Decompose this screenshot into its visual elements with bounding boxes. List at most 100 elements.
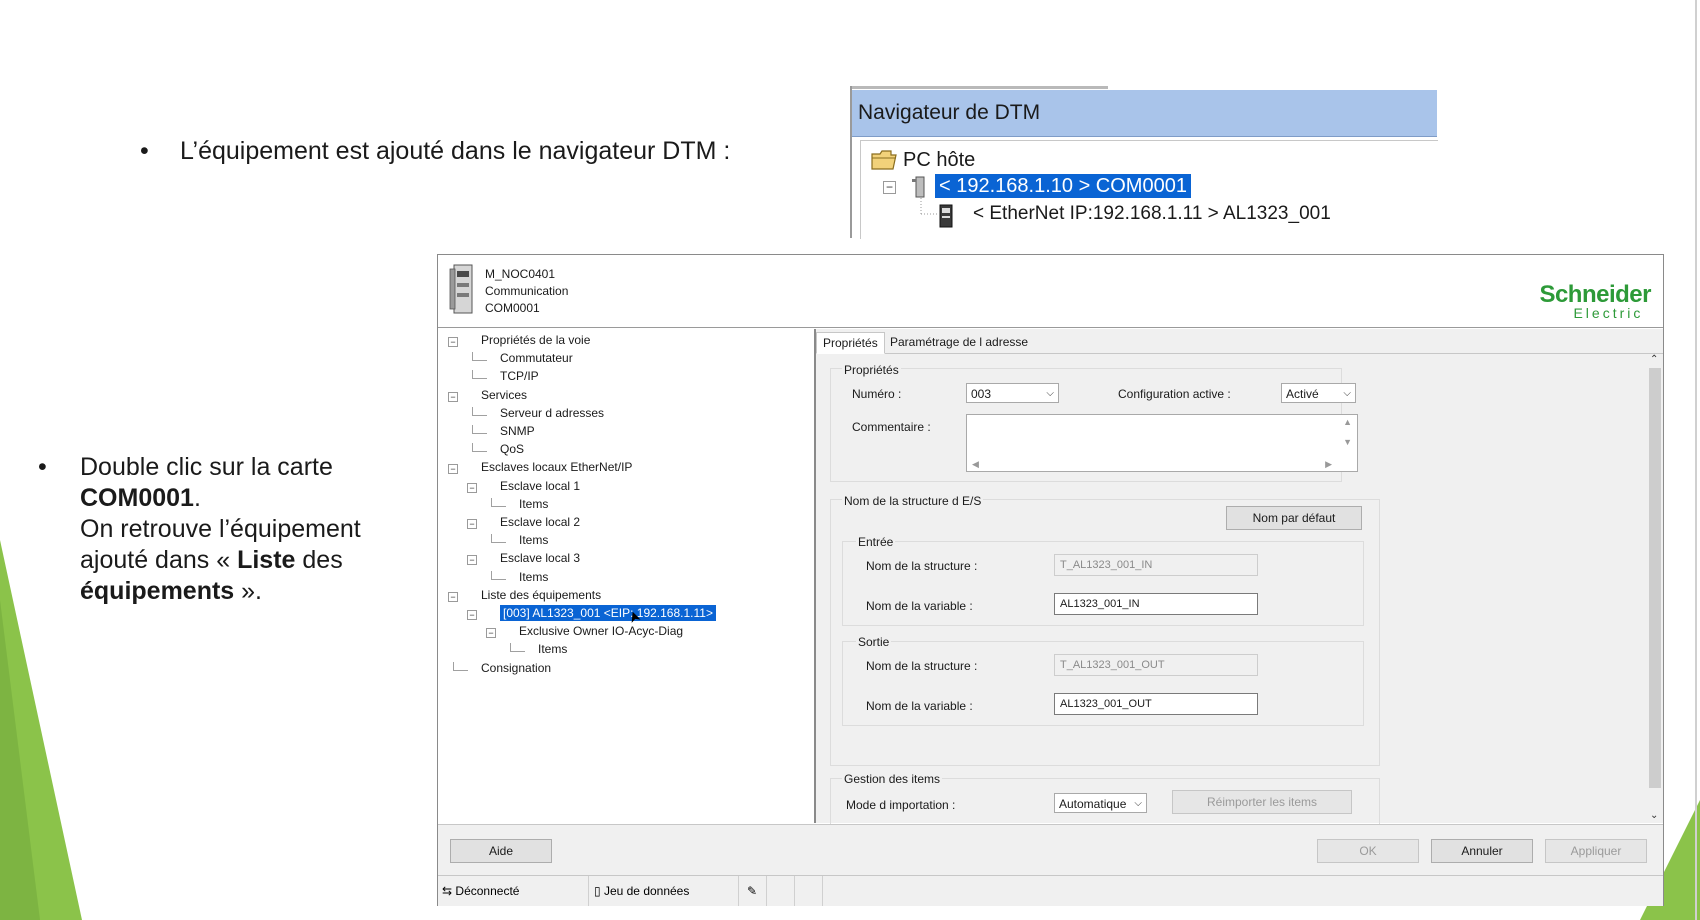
module-type: Communication	[485, 284, 569, 298]
scrollbar-thumb[interactable]	[1649, 368, 1661, 788]
dataset-status[interactable]: ▯ Jeu de données	[588, 876, 739, 906]
tab-proprietes[interactable]: Propriétés	[816, 332, 885, 354]
chevron-down-icon: ⌵	[1343, 388, 1351, 399]
tree-node[interactable]: Esclave local 2	[500, 515, 580, 529]
collapse-icon[interactable]: −	[448, 464, 458, 475]
tab-parametrage-adresse[interactable]: Paramétrage de l adresse	[884, 332, 1034, 352]
tree-connector	[472, 425, 487, 434]
tree-node[interactable]: QoS	[500, 442, 524, 456]
bullet-bold: COM0001	[80, 484, 194, 512]
status-bar: ⇆ Déconnecté ▯ Jeu de données ✎	[438, 875, 1663, 906]
bullet-text: ».	[234, 577, 262, 605]
tree-node[interactable]: Consignation	[481, 661, 551, 675]
connection-status[interactable]: ⇆ Déconnecté	[438, 876, 589, 906]
collapse-icon[interactable]: −	[448, 391, 458, 402]
entree-struct-label: Nom de la structure :	[866, 559, 978, 573]
database-icon: ▯	[594, 884, 601, 898]
collapse-icon[interactable]: −	[467, 519, 477, 529]
sortie-struct-field[interactable]: T_AL1323_001_OUT	[1054, 654, 1258, 676]
group-title: Entrée	[856, 535, 896, 549]
entree-struct-field[interactable]: T_AL1323_001_IN	[1054, 554, 1258, 576]
collapse-icon[interactable]: −	[467, 482, 477, 493]
module-name: M_NOC0401	[485, 267, 556, 281]
scroll-up-icon[interactable]: ⌃	[1650, 354, 1658, 365]
numero-select[interactable]: 003 ⌵	[966, 383, 1059, 403]
tree-node[interactable]: Items	[519, 497, 548, 511]
tree-node[interactable]: Esclave local 1	[500, 479, 580, 493]
bullet-bold: équipements	[80, 577, 235, 605]
tree-node[interactable]: Esclaves locaux EtherNet/IP	[481, 460, 632, 474]
chevron-down-icon: ⌵	[1046, 388, 1054, 399]
bullet-marker: •	[38, 453, 47, 481]
schneider-logo: Schneider Electric	[1539, 281, 1651, 321]
bullet-navigator: • L’équipement est ajouté dans le navigat…	[140, 137, 730, 166]
tree-node[interactable]: Exclusive Owner IO-Acyc-Diag	[519, 624, 683, 638]
help-button[interactable]: Aide	[450, 839, 552, 863]
tree-node-label: Consignation	[481, 660, 552, 675]
tree-connector	[472, 443, 487, 453]
comment-label: Commentaire :	[852, 420, 931, 434]
tree-connector	[510, 643, 525, 653]
tree-node[interactable]: SNMP	[500, 424, 535, 438]
group-title: Sortie	[856, 635, 892, 649]
navigator-title: Navigateur de DTM	[858, 101, 1041, 124]
config-active-select[interactable]: Activé ⌵	[1281, 383, 1356, 403]
tree-node-label: Esclave local 1	[500, 478, 581, 493]
tree-node[interactable]: Liste des équipements	[481, 588, 601, 602]
cancel-button[interactable]: Annuler	[1431, 839, 1533, 863]
numero-value: 003	[971, 387, 992, 401]
ok-button[interactable]: OK	[1317, 839, 1419, 863]
tree-node[interactable]: Propriétés de la voie	[481, 333, 590, 347]
scroll-left-icon[interactable]: ◀	[972, 459, 979, 470]
navigator-child-node[interactable]: < EtherNet IP:192.168.1.11 > AL1323_001	[973, 203, 1331, 225]
navigator-selected-node[interactable]: < 192.168.1.10 > COM0001	[934, 173, 1192, 199]
navigator-root[interactable]: PC hôte	[903, 149, 975, 172]
scroll-down-icon[interactable]: ▼	[1343, 437, 1352, 447]
tree-node[interactable]: Items	[519, 533, 548, 547]
tree-node[interactable]: Items	[538, 642, 567, 656]
chevron-down-icon: ⌵	[1134, 798, 1142, 809]
tree-node-label: Esclaves locaux EtherNet/IP	[481, 460, 633, 475]
import-mode-select[interactable]: Automatique ⌵	[1054, 793, 1147, 813]
sortie-struct-label: Nom de la structure :	[866, 659, 978, 673]
tree-connector	[491, 534, 506, 544]
sortie-var-label: Nom de la variable :	[866, 699, 973, 713]
tree-node[interactable]: Items	[519, 570, 548, 584]
tree-node-label: TCP/IP	[500, 369, 539, 384]
tree-node[interactable]: TCP/IP	[500, 369, 539, 383]
status-segment	[794, 876, 823, 906]
tree-node-label: QoS	[500, 442, 525, 457]
sortie-var-field[interactable]: AL1323_001_OUT	[1054, 693, 1258, 715]
tree-node-label: Commutateur	[500, 351, 573, 366]
tree-node[interactable]: Services	[481, 388, 527, 402]
collapse-icon[interactable]: −	[486, 628, 496, 639]
connection-status-text: Déconnecté	[455, 884, 520, 898]
entree-var-field[interactable]: AL1323_001_IN	[1054, 593, 1258, 615]
collapse-icon[interactable]: −	[448, 337, 458, 347]
group-title: Nom de la structure d E/S	[842, 494, 984, 508]
collapse-icon[interactable]: −	[448, 591, 458, 602]
scroll-right-icon[interactable]: ▶	[1325, 459, 1332, 470]
tree-node[interactable]: Esclave local 3	[500, 551, 580, 565]
tree-node[interactable]: Serveur d adresses	[500, 406, 604, 420]
edit-icon[interactable]: ✎	[738, 876, 767, 906]
config-tree: Propriétés de la voie − Commutateur TCP/IP S…	[440, 329, 816, 823]
import-mode-label: Mode d importation :	[846, 798, 956, 812]
collapse-icon[interactable]: −	[467, 555, 477, 566]
tree-node[interactable]: Commutateur	[500, 351, 573, 365]
scroll-up-icon[interactable]: ▲	[1343, 417, 1352, 427]
tree-node[interactable]: [003] AL1323_001 <EIP: 192.168.1.11>	[499, 604, 717, 622]
default-name-button[interactable]: Nom par défaut	[1226, 506, 1362, 530]
tree-node-label: Exclusive Owner IO-Acyc-Diag	[519, 624, 684, 639]
apply-button[interactable]: Appliquer	[1545, 839, 1647, 863]
collapse-icon[interactable]: −	[467, 610, 477, 620]
comment-textarea[interactable]: ▲ ▼ ◀ ▶	[966, 414, 1358, 472]
dtm-navigator: Navigateur de DTM PC hôte − < 192.168.1.…	[850, 86, 1438, 239]
brand-bottom: Electric	[1573, 305, 1644, 321]
reimport-items-button[interactable]: Réimporter les items	[1172, 790, 1352, 814]
dataset-status-text: Jeu de données	[603, 884, 690, 898]
tree-connector	[472, 352, 487, 362]
panel-scrollbar[interactable]: ⌃ ⌄	[1645, 354, 1663, 823]
scroll-down-icon[interactable]: ⌄	[1650, 810, 1658, 821]
import-mode-value: Automatique	[1059, 797, 1127, 811]
